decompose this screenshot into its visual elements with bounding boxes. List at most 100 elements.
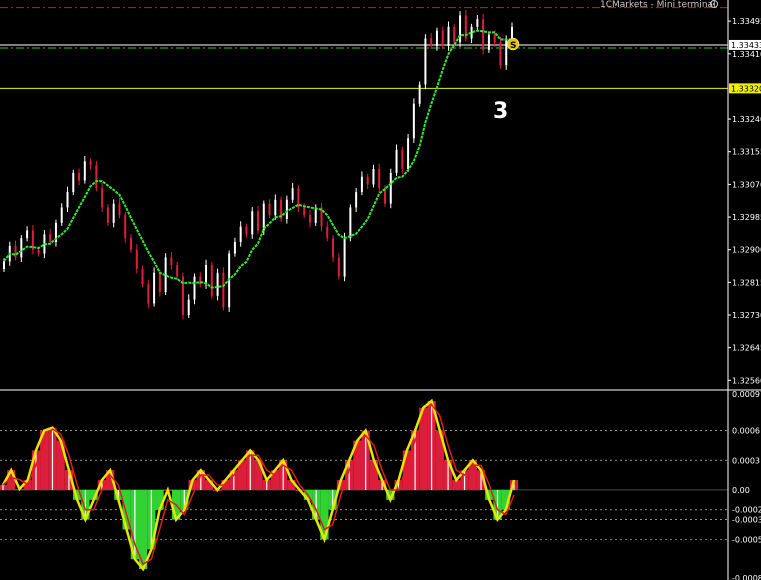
candle [430, 33, 433, 50]
candle-body [216, 272, 219, 296]
candle-body [89, 161, 92, 166]
candle [378, 163, 381, 193]
candle [389, 168, 392, 209]
candle [130, 233, 132, 253]
candle [20, 235, 23, 262]
candle-body [124, 215, 127, 239]
candle [187, 294, 190, 319]
signal-badge[interactable]: S [506, 37, 520, 51]
candle-body [118, 203, 121, 216]
candle [170, 252, 173, 270]
candle [291, 182, 294, 203]
candle-body [487, 34, 490, 50]
candle-body [360, 176, 363, 193]
candle [395, 144, 398, 176]
price-tick-label: 1.33495 [732, 17, 761, 26]
price-tick-label: 1.32815 [732, 278, 761, 287]
price-tick-label: 1.33070 [732, 180, 761, 189]
candle [251, 207, 254, 239]
candle-body [49, 234, 52, 243]
candle-body [14, 245, 17, 258]
candle-body [95, 165, 98, 189]
candle [83, 155, 86, 184]
candle-body [453, 26, 456, 43]
candle [407, 134, 410, 173]
signal-badge-label: S [510, 41, 516, 51]
candle-body [349, 207, 352, 239]
candle [135, 244, 138, 274]
price-tick-label: 1.32985 [732, 213, 761, 222]
candle [424, 34, 427, 90]
candle-body [372, 169, 375, 185]
candle-body [262, 203, 265, 231]
candle [228, 250, 231, 312]
candle [147, 280, 150, 309]
candle-body [147, 284, 150, 304]
candle-body [66, 192, 69, 208]
osc-tick-label: -0.0003 [732, 516, 761, 525]
candle [222, 267, 225, 311]
price-axis: 1.33495 1.33410 1.33240 1.33155 1.33070 1.329… [0, 0, 761, 580]
candle [118, 198, 121, 219]
candle-body [441, 30, 444, 47]
candle [343, 232, 346, 282]
candle-body [37, 249, 40, 254]
candle-body [20, 238, 23, 258]
candle [216, 268, 219, 301]
candle-body [274, 199, 277, 216]
candle-body [112, 203, 115, 223]
candle-body [511, 26, 513, 39]
price-tick-label: 1.33410 [732, 50, 761, 59]
candle [459, 11, 462, 47]
candle [257, 205, 259, 234]
candle [355, 187, 358, 213]
osc-tick-label: -0.0002 [732, 506, 761, 515]
candle-body [332, 238, 335, 258]
candle-body [153, 272, 156, 304]
candle [239, 221, 242, 247]
price-tick-label: 1.33240 [732, 115, 761, 124]
candle-body [430, 38, 433, 47]
candle-body [447, 26, 450, 47]
candle-body [355, 192, 358, 208]
candle-body [158, 272, 161, 292]
candle [435, 27, 438, 51]
candle [285, 195, 288, 224]
candle [153, 267, 156, 307]
candle [441, 26, 444, 50]
price-tick-label: 1.32900 [732, 246, 761, 255]
candle [95, 160, 98, 192]
price-pane [0, 7, 728, 320]
candle-body [170, 257, 173, 266]
candle [14, 240, 17, 261]
osc-tick-label: -0.0005 [732, 535, 761, 544]
candle-body [412, 103, 415, 139]
oscillator-pane [0, 398, 728, 572]
candle [141, 265, 144, 288]
candle-body [193, 276, 196, 300]
candle-body [268, 203, 271, 216]
candle [337, 253, 340, 280]
candle [372, 164, 375, 188]
candle-body [366, 176, 369, 185]
candle-body [395, 149, 398, 173]
candle [60, 203, 63, 226]
candle-body [343, 238, 346, 277]
candle [401, 146, 404, 174]
candle-body [389, 172, 392, 204]
candle [274, 194, 277, 220]
candle-body [303, 207, 306, 216]
candle [245, 223, 248, 238]
osc-tick-label: 0.0003 [732, 456, 760, 465]
candle-body [418, 84, 421, 104]
candle-body [60, 207, 63, 223]
candle [233, 237, 236, 257]
candle [482, 13, 485, 55]
candle-body [424, 38, 427, 85]
candle-body [482, 19, 485, 50]
candle [268, 199, 271, 219]
candle-body [476, 19, 479, 27]
candle [308, 209, 311, 228]
candle-body [499, 42, 502, 66]
price-tick-label: 1.32560 [732, 376, 761, 385]
